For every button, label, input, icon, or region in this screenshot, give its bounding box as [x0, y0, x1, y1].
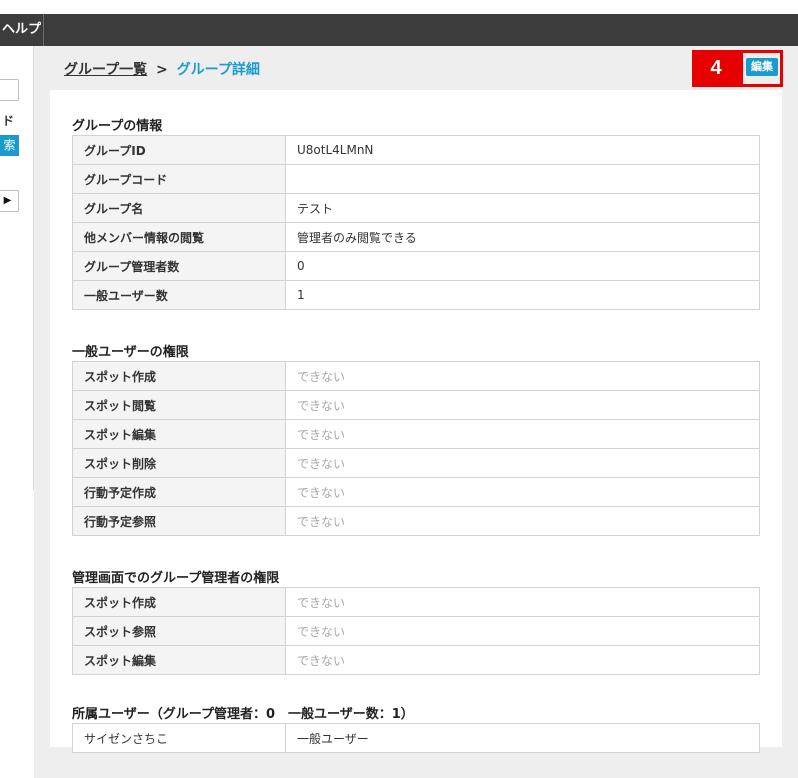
row-label: グループ名	[72, 193, 286, 223]
sidebar-search-input[interactable]	[0, 79, 19, 101]
row-value: できない	[285, 448, 760, 478]
row-value: 管理者のみ閲覧できる	[285, 222, 760, 252]
table-row: グループID U8otL4LMnN	[72, 135, 760, 165]
table-row: 行動予定参照 できない	[72, 506, 760, 536]
row-value: できない	[285, 477, 760, 507]
member-name: サイゼンさちこ	[72, 723, 286, 753]
row-value: できない	[285, 616, 760, 646]
row-value: できない	[285, 390, 760, 420]
row-label: スポット編集	[72, 645, 286, 675]
row-value	[285, 164, 760, 194]
row-label: スポット編集	[72, 419, 286, 449]
help-menu[interactable]: ヘルプ	[0, 14, 44, 46]
table-row: グループ名 テスト	[72, 193, 760, 223]
row-value: テスト	[285, 193, 760, 223]
table-row: スポット編集 できない	[72, 645, 760, 675]
row-label: グループコード	[72, 164, 286, 194]
row-value: できない	[285, 506, 760, 536]
row-label: スポット作成	[72, 587, 286, 617]
row-value: できない	[285, 419, 760, 449]
edit-button[interactable]: 編集	[746, 58, 778, 76]
row-label: スポット作成	[72, 361, 286, 391]
table-row: スポット参照 できない	[72, 616, 760, 646]
row-label: 行動予定参照	[72, 506, 286, 536]
row-label: 他メンバー情報の閲覧	[72, 222, 286, 252]
sidebar: ド 索 ▶	[0, 46, 34, 490]
admin-permissions-table: スポット作成 できない スポット参照 できない スポット編集 できない	[72, 587, 760, 675]
breadcrumb: グループ一覧 > グループ詳細	[64, 59, 260, 79]
row-label: スポット参照	[72, 616, 286, 646]
row-label: グループ管理者数	[72, 251, 286, 281]
annotation-badge: 4	[692, 50, 740, 87]
table-row: スポット作成 できない	[72, 361, 760, 391]
row-value: できない	[285, 361, 760, 391]
table-row: スポット編集 できない	[72, 419, 760, 449]
table-row: サイゼンさちこ 一般ユーザー	[72, 723, 760, 753]
play-arrow-icon: ▶	[3, 195, 12, 206]
row-value: できない	[285, 587, 760, 617]
sidebar-select[interactable]: ▶	[0, 190, 19, 212]
breadcrumb-current: グループ詳細	[176, 62, 260, 78]
row-label: グループID	[72, 135, 286, 165]
row-value: 1	[285, 280, 760, 310]
members-title: 所属ユーザー（グループ管理者：0 一般ユーザー数：1）	[72, 707, 414, 722]
row-label: スポット閲覧	[72, 390, 286, 420]
group-info-table: グループID U8otL4LMnN グループコード グループ名 テスト 他メンバー情…	[72, 135, 760, 310]
table-row: スポット削除 できない	[72, 448, 760, 478]
breadcrumb-group-list-link[interactable]: グループ一覧	[64, 62, 147, 78]
admin-permissions-title: 管理画面でのグループ管理者の権限	[72, 571, 280, 586]
user-permissions-table: スポット作成 できない スポット閲覧 できない スポット編集 できない スポット削除で…	[72, 361, 760, 536]
breadcrumb-separator: >	[156, 62, 168, 78]
row-label: スポット削除	[72, 448, 286, 478]
table-row: 一般ユーザー数 1	[72, 280, 760, 310]
row-value: U8otL4LMnN	[285, 135, 760, 165]
row-value: 0	[285, 251, 760, 281]
user-permissions-title: 一般ユーザーの権限	[72, 345, 189, 360]
table-row: 行動予定作成 できない	[72, 477, 760, 507]
edit-highlight: 編集	[740, 50, 783, 87]
top-navigation-bar: ヘルプ	[0, 14, 798, 46]
row-label: 行動予定作成	[72, 477, 286, 507]
row-label: 一般ユーザー数	[72, 280, 286, 310]
sidebar-search-button[interactable]: 索	[0, 135, 19, 156]
members-table: サイゼンさちこ 一般ユーザー	[72, 723, 760, 753]
table-row: グループ管理者数 0	[72, 251, 760, 281]
row-value: できない	[285, 645, 760, 675]
table-row: グループコード	[72, 164, 760, 194]
table-row: スポット作成 できない	[72, 587, 760, 617]
group-info-title: グループの情報	[72, 119, 163, 134]
table-row: 他メンバー情報の閲覧 管理者のみ閲覧できる	[72, 222, 760, 252]
member-role: 一般ユーザー	[285, 723, 760, 753]
sidebar-field-label: ド	[2, 114, 15, 128]
top-strip	[0, 0, 798, 14]
table-row: スポット閲覧 できない	[72, 390, 760, 420]
